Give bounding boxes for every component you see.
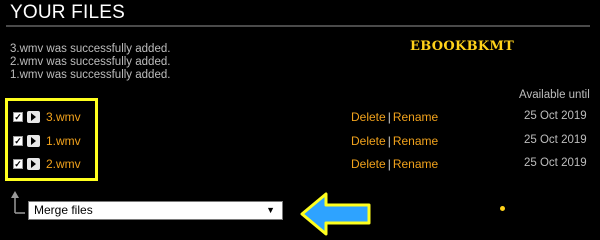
action-separator: | xyxy=(387,157,391,171)
chevron-down-icon: ▼ xyxy=(266,205,275,215)
arrow-up-icon xyxy=(11,191,25,214)
status-message: 1.wmv was successfully added. xyxy=(10,69,171,81)
row-actions: Delete | Rename xyxy=(351,110,438,124)
action-separator: | xyxy=(387,134,391,148)
row-actions: Delete | Rename xyxy=(351,157,438,171)
status-messages: 3.wmv was successfully added. 2.wmv was … xyxy=(10,43,170,82)
delete-link[interactable]: Delete xyxy=(351,157,386,171)
rename-link[interactable]: Rename xyxy=(393,110,438,124)
expiry-date: 25 Oct 2019 xyxy=(524,157,587,169)
delete-link[interactable]: Delete xyxy=(351,134,386,148)
watermark-text: EBOOKBKMT xyxy=(410,39,515,54)
selected-action: Merge files xyxy=(34,203,93,217)
row-actions: Delete | Rename xyxy=(351,134,438,148)
title-divider xyxy=(6,25,590,27)
status-message: 2.wmv was successfully added. xyxy=(10,56,171,68)
page-title: YOUR FILES xyxy=(10,2,125,23)
selection-highlight-box xyxy=(5,98,98,181)
status-message: 3.wmv was successfully added. xyxy=(10,43,171,55)
rename-link[interactable]: Rename xyxy=(393,157,438,171)
rename-link[interactable]: Rename xyxy=(393,134,438,148)
bulk-action-select[interactable]: Merge files ▼ xyxy=(28,201,283,220)
expiry-date: 25 Oct 2019 xyxy=(524,134,587,146)
column-header-available-until: Available until xyxy=(519,89,590,101)
decorative-dot xyxy=(500,206,505,211)
arrow-left-icon xyxy=(300,192,371,236)
delete-link[interactable]: Delete xyxy=(351,110,386,124)
action-separator: | xyxy=(387,110,391,124)
expiry-date: 25 Oct 2019 xyxy=(524,110,587,122)
